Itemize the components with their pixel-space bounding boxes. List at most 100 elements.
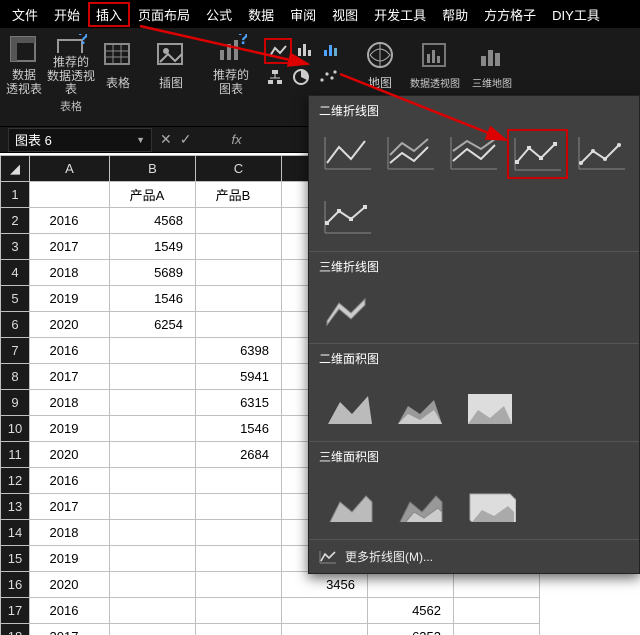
cell[interactable]: 2020 <box>30 312 110 338</box>
table-button[interactable]: 表格 <box>98 34 138 96</box>
chart-type-3d-100-stacked-area[interactable] <box>457 475 523 529</box>
chart-type-line[interactable] <box>317 129 376 177</box>
scatter-chart-dropdown-button[interactable] <box>316 66 340 88</box>
cell[interactable] <box>282 624 368 635</box>
cell[interactable] <box>196 598 282 624</box>
menu-ffgz[interactable]: 方方格子 <box>476 2 544 27</box>
cell[interactable] <box>454 624 540 635</box>
cell[interactable] <box>196 286 282 312</box>
row-header[interactable]: 2 <box>1 208 30 234</box>
cell[interactable]: 2017 <box>30 494 110 520</box>
menu-home[interactable]: 开始 <box>46 2 88 27</box>
cell[interactable] <box>196 208 282 234</box>
row-header[interactable]: 16 <box>1 572 30 598</box>
cell[interactable]: 6315 <box>196 390 282 416</box>
menu-formulas[interactable]: 公式 <box>198 2 240 27</box>
cell[interactable] <box>30 182 110 208</box>
cell[interactable]: 1549 <box>110 234 196 260</box>
cell[interactable]: 2017 <box>30 624 110 635</box>
chart-type-area[interactable] <box>317 377 383 431</box>
row-header[interactable]: 10 <box>1 416 30 442</box>
chart-type-3d-stacked-area[interactable] <box>387 475 453 529</box>
row-header[interactable]: 9 <box>1 390 30 416</box>
cell[interactable]: 2016 <box>30 598 110 624</box>
pivotchart-button[interactable]: 数据透视图 <box>408 34 462 96</box>
cell[interactable]: 1546 <box>110 286 196 312</box>
cell[interactable]: 2018 <box>30 390 110 416</box>
menu-diy[interactable]: DIY工具 <box>544 2 608 27</box>
pivot-table-button[interactable]: 数据 透视表 <box>4 34 44 96</box>
row-header[interactable]: 12 <box>1 468 30 494</box>
row-header[interactable]: 13 <box>1 494 30 520</box>
col-header-B[interactable]: B <box>110 156 196 182</box>
row-header[interactable]: 17 <box>1 598 30 624</box>
cell[interactable] <box>368 572 454 598</box>
cell[interactable] <box>282 598 368 624</box>
cell[interactable] <box>196 260 282 286</box>
cell[interactable]: 2018 <box>30 520 110 546</box>
cell[interactable] <box>196 468 282 494</box>
col-header-A[interactable]: A <box>30 156 110 182</box>
name-box[interactable]: 图表 6▼ <box>8 128 152 152</box>
cell[interactable]: 6254 <box>110 312 196 338</box>
cell[interactable] <box>454 572 540 598</box>
cell[interactable] <box>110 416 196 442</box>
row-header[interactable]: 4 <box>1 260 30 286</box>
cell[interactable] <box>110 468 196 494</box>
cell[interactable] <box>196 572 282 598</box>
chart-type-3d-area[interactable] <box>317 475 383 529</box>
cell[interactable] <box>196 546 282 572</box>
bar-chart-dropdown-button[interactable] <box>294 38 318 60</box>
menu-file[interactable]: 文件 <box>4 2 46 27</box>
cancel-formula-icon[interactable]: ✕ <box>160 131 172 148</box>
row-header[interactable]: 5 <box>1 286 30 312</box>
recommended-charts-button[interactable]: ? 推荐的 图表 <box>204 34 258 96</box>
select-all-cell[interactable]: ◢ <box>1 156 30 182</box>
cell[interactable]: 2019 <box>30 416 110 442</box>
cell[interactable] <box>110 494 196 520</box>
menu-page-layout[interactable]: 页面布局 <box>130 2 198 27</box>
illustrations-button[interactable]: 插图 <box>144 34 198 96</box>
row-header[interactable]: 11 <box>1 442 30 468</box>
row-header[interactable]: 8 <box>1 364 30 390</box>
cell[interactable]: 6352 <box>368 624 454 635</box>
menu-data[interactable]: 数据 <box>240 2 282 27</box>
cell[interactable] <box>196 312 282 338</box>
cell[interactable]: 2016 <box>30 338 110 364</box>
cell[interactable]: 产品B <box>196 182 282 208</box>
cell[interactable] <box>110 390 196 416</box>
3d-map-button[interactable]: 三维地图 <box>468 34 516 96</box>
cell[interactable] <box>196 520 282 546</box>
row-header[interactable]: 7 <box>1 338 30 364</box>
maps-button[interactable]: 地图 <box>358 34 402 96</box>
cell[interactable]: 5689 <box>110 260 196 286</box>
chart-type-stacked-line[interactable] <box>380 129 439 177</box>
cell[interactable]: 2017 <box>30 364 110 390</box>
cell[interactable] <box>454 598 540 624</box>
recommended-pivot-button[interactable]: ? 推荐的 数据透视表 <box>44 34 98 96</box>
cell[interactable]: 产品A <box>110 182 196 208</box>
chart-type-100-stacked-line[interactable] <box>443 129 502 177</box>
cell[interactable]: 2019 <box>30 546 110 572</box>
cell[interactable]: 4562 <box>368 598 454 624</box>
line-chart-dropdown-button[interactable] <box>264 38 292 64</box>
enter-formula-icon[interactable]: ✓ <box>180 131 192 148</box>
menu-developer[interactable]: 开发工具 <box>366 2 434 27</box>
cell[interactable]: 2020 <box>30 442 110 468</box>
chart-type-stacked-area[interactable] <box>387 377 453 431</box>
cell[interactable] <box>110 338 196 364</box>
row-header[interactable]: 6 <box>1 312 30 338</box>
column-chart-dropdown-button[interactable] <box>320 38 344 60</box>
cell[interactable] <box>110 546 196 572</box>
row-header[interactable]: 18 <box>1 624 30 635</box>
cell[interactable] <box>110 598 196 624</box>
chart-type-100-stacked-area[interactable] <box>457 377 523 431</box>
chart-type-3d-line[interactable] <box>317 285 377 333</box>
cell[interactable]: 6398 <box>196 338 282 364</box>
cell[interactable] <box>110 520 196 546</box>
cell[interactable]: 2684 <box>196 442 282 468</box>
cell[interactable] <box>196 234 282 260</box>
fx-icon[interactable]: fx <box>231 132 241 147</box>
hierarchy-chart-dropdown-button[interactable] <box>264 66 288 88</box>
cell[interactable]: 2016 <box>30 468 110 494</box>
